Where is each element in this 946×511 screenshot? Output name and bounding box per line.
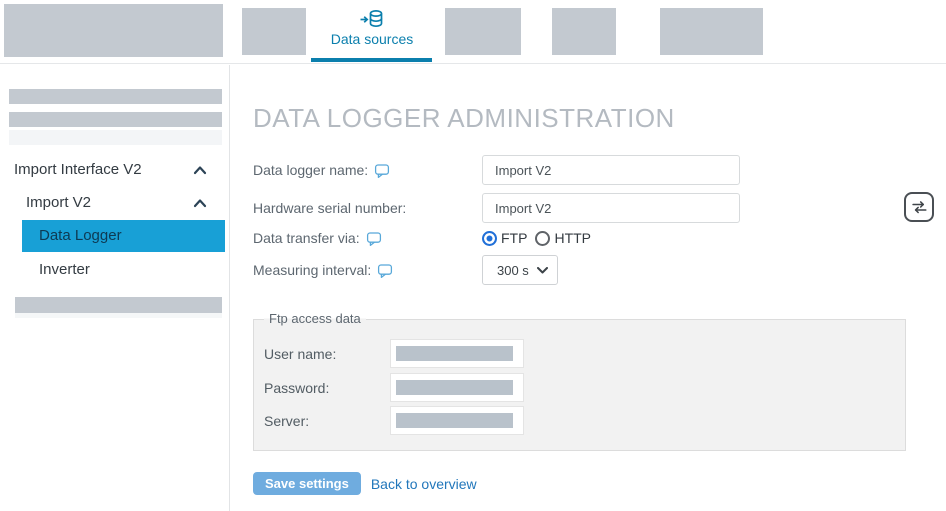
database-import-icon — [312, 8, 432, 30]
tab-data-sources[interactable]: Data sources — [312, 8, 432, 47]
chevron-up-icon[interactable] — [192, 197, 208, 209]
sidebar-placeholder-bar-5 — [15, 313, 222, 318]
password-label: Password: — [264, 380, 390, 396]
swap-horizontal-icon[interactable] — [904, 192, 934, 222]
page-title: DATA LOGGER ADMINISTRATION — [253, 103, 675, 134]
top-navigation-bar: Data sources — [0, 0, 946, 64]
radio-ftp[interactable]: FTP — [482, 230, 527, 246]
logo-placeholder — [4, 4, 223, 57]
measuring-interval-value: 300 s — [497, 263, 529, 278]
save-settings-button[interactable]: Save settings — [253, 472, 361, 495]
data-logger-name-label: Data logger name: — [253, 162, 368, 178]
form-row-measuring-interval: Measuring interval: 300 s — [253, 255, 558, 285]
measuring-interval-select[interactable]: 300 s — [482, 255, 558, 285]
active-tab-underline — [311, 58, 432, 62]
user-name-input[interactable] — [390, 339, 524, 368]
sidebar-item-inverter[interactable]: Inverter — [39, 262, 90, 278]
nav-item-placeholder-4[interactable] — [660, 8, 763, 55]
sidebar-placeholder-bar-4 — [15, 297, 222, 313]
redacted-value-bar — [396, 346, 513, 361]
speech-bubble-icon[interactable] — [377, 263, 393, 279]
chevron-up-icon[interactable] — [192, 164, 208, 176]
ftp-access-legend: Ftp access data — [264, 311, 366, 326]
form-row-data-logger-name: Data logger name: — [253, 155, 740, 185]
radio-ftp-dot[interactable] — [482, 231, 497, 246]
radio-http-dot[interactable] — [535, 231, 550, 246]
hardware-serial-input[interactable] — [482, 193, 740, 223]
sidebar-item-data-logger[interactable]: Data Logger — [22, 220, 225, 252]
data-logger-name-input[interactable] — [482, 155, 740, 185]
nav-item-placeholder-3[interactable] — [552, 8, 616, 55]
sidebar-placeholder-bar-2 — [9, 112, 222, 127]
data-transfer-label: Data transfer via: — [253, 230, 360, 246]
speech-bubble-icon[interactable] — [366, 231, 382, 247]
transfer-radio-group: FTP HTTP — [482, 230, 591, 246]
redacted-value-bar — [396, 380, 513, 395]
form-actions: Save settings Back to overview — [253, 472, 477, 495]
sidebar-placeholder-bar-3 — [9, 130, 222, 145]
radio-http-label: HTTP — [554, 230, 591, 246]
server-input[interactable] — [390, 406, 524, 435]
sidebar-item-import-interface-v2[interactable]: Import Interface V2 — [14, 162, 142, 178]
back-to-overview-link[interactable]: Back to overview — [371, 476, 477, 492]
hardware-serial-label: Hardware serial number: — [253, 200, 406, 216]
user-name-label: User name: — [264, 346, 390, 362]
chevron-down-icon — [537, 267, 548, 274]
password-input[interactable] — [390, 373, 524, 402]
nav-item-placeholder-1[interactable] — [242, 8, 306, 55]
radio-http[interactable]: HTTP — [535, 230, 591, 246]
measuring-interval-label: Measuring interval: — [253, 262, 371, 278]
sidebar: Import Interface V2 Import V2 Data Logge… — [0, 65, 230, 511]
sidebar-placeholder-bar-1 — [9, 89, 222, 104]
form-row-hardware-serial: Hardware serial number: — [253, 193, 740, 223]
sidebar-item-import-v2[interactable]: Import V2 — [26, 195, 91, 211]
form-row-data-transfer: Data transfer via: FTP HTTP — [253, 229, 591, 247]
redacted-value-bar — [396, 413, 513, 428]
nav-item-placeholder-2[interactable] — [445, 8, 521, 55]
main-content: DATA LOGGER ADMINISTRATION Data logger n… — [231, 65, 946, 511]
radio-ftp-label: FTP — [501, 230, 527, 246]
form-row-password: Password: — [264, 373, 524, 402]
form-row-server: Server: — [264, 406, 524, 435]
ftp-access-fieldset: Ftp access data User name: Password: Ser… — [253, 319, 906, 451]
server-label: Server: — [264, 413, 390, 429]
speech-bubble-icon[interactable] — [374, 163, 390, 179]
tab-data-sources-label: Data sources — [312, 31, 432, 47]
form-row-user-name: User name: — [264, 339, 524, 368]
